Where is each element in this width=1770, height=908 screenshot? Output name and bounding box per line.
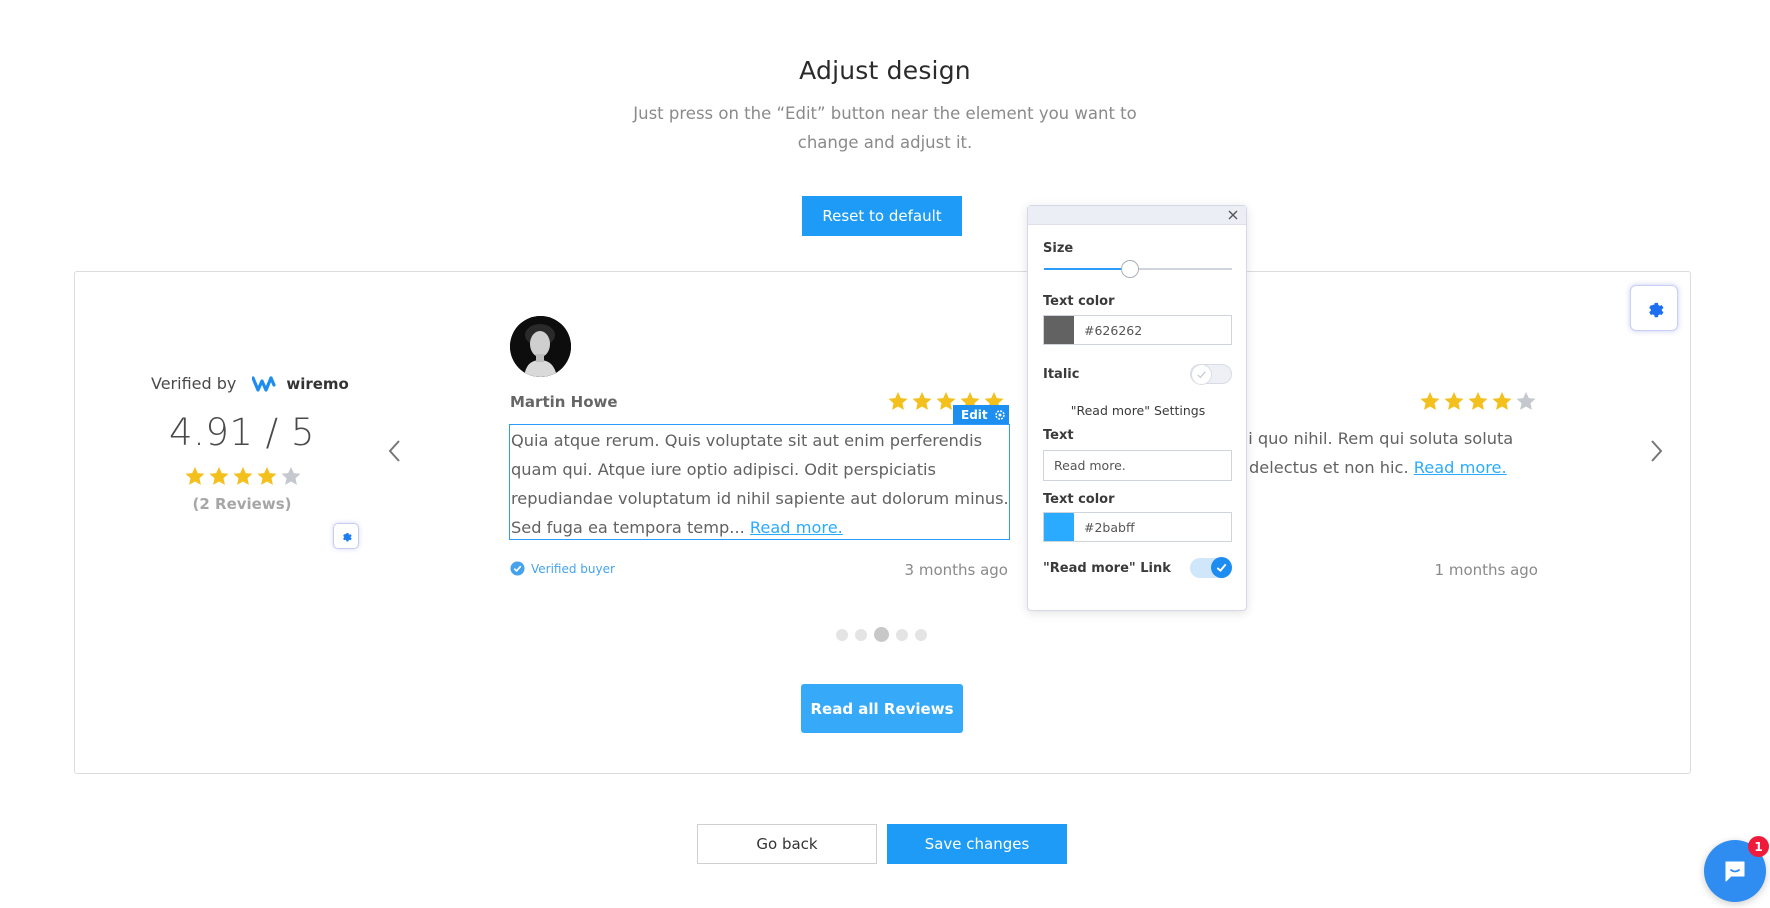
reviews-count: (2 Reviews) bbox=[192, 495, 292, 513]
star-filled-icon bbox=[1444, 392, 1464, 410]
check-icon bbox=[1197, 371, 1206, 379]
star-filled-icon bbox=[209, 467, 229, 485]
star-filled-icon bbox=[233, 467, 253, 485]
reset-to-default-button[interactable]: Reset to default bbox=[802, 196, 962, 236]
star-empty-icon bbox=[281, 467, 301, 485]
widget-settings-button[interactable] bbox=[1630, 285, 1678, 331]
review-2-read-more-link[interactable]: Read more. bbox=[1414, 458, 1507, 477]
text-color-swatch[interactable] bbox=[1044, 316, 1074, 344]
read-more-settings-title: "Read more" Settings bbox=[1070, 403, 1206, 418]
wiremo-logo: wiremo bbox=[252, 375, 349, 393]
text-color-label: Text color bbox=[1043, 294, 1115, 309]
reviewer-avatar bbox=[510, 316, 571, 377]
wiremo-brand-name: wiremo bbox=[286, 374, 349, 393]
carousel-dot[interactable] bbox=[836, 628, 848, 641]
read-more-color-field[interactable]: #2babff bbox=[1043, 512, 1232, 542]
carousel-next-arrow[interactable] bbox=[1646, 437, 1668, 465]
gear-icon bbox=[343, 532, 352, 542]
page-title: Adjust design bbox=[799, 56, 971, 85]
read-more-link-toggle-knob bbox=[1211, 557, 1232, 578]
star-filled-icon bbox=[912, 392, 932, 410]
carousel-dot[interactable] bbox=[855, 628, 867, 641]
size-slider[interactable] bbox=[1044, 260, 1232, 278]
italic-label: Italic bbox=[1043, 367, 1080, 382]
review-2-text-line-2: delectus et non hic. Read more. bbox=[1238, 453, 1538, 482]
check-circle-icon bbox=[510, 561, 525, 576]
chat-bubble-icon bbox=[1725, 861, 1745, 882]
page-subtitle: Just press on the “Edit” button near the… bbox=[633, 104, 1137, 152]
popup-header bbox=[1028, 206, 1246, 225]
gear-icon bbox=[1649, 302, 1664, 318]
verified-buyer-badge: Verified buyer bbox=[510, 561, 615, 576]
read-more-color-label: Text color bbox=[1043, 492, 1115, 507]
edit-text-button[interactable]: Edit bbox=[953, 405, 1009, 424]
review-2-text-block: ui quo nihil. Rem qui soluta soluta dele… bbox=[1238, 424, 1538, 482]
read-more-color-swatch[interactable] bbox=[1044, 513, 1074, 541]
close-icon[interactable] bbox=[1226, 208, 1240, 222]
summary-stars bbox=[184, 465, 302, 487]
size-slider-handle[interactable] bbox=[1121, 260, 1139, 278]
review-2-text: delectus et non hic. bbox=[1249, 458, 1409, 477]
review-2-text-line-1: ui quo nihil. Rem qui soluta soluta bbox=[1238, 429, 1514, 448]
edit-label: Edit bbox=[961, 407, 988, 422]
verified-by-label: Verified by bbox=[151, 374, 237, 393]
summary-settings-gear-button[interactable] bbox=[333, 523, 359, 549]
review-1-text-editable[interactable]: Quia atque rerum. Quis voluptate sit aut… bbox=[509, 424, 1010, 540]
review-2-stars bbox=[1419, 390, 1537, 412]
gear-icon bbox=[994, 409, 1005, 420]
review-1-read-more-link[interactable]: Read more. bbox=[750, 518, 843, 537]
carousel-prev-arrow[interactable] bbox=[383, 437, 405, 465]
reviewer-name: Martin Howe bbox=[510, 393, 618, 411]
check-icon bbox=[1216, 563, 1227, 572]
read-more-link-toggle[interactable] bbox=[1190, 557, 1232, 578]
carousel-dot[interactable] bbox=[915, 628, 927, 641]
star-filled-icon bbox=[1468, 392, 1488, 410]
read-more-text-input[interactable]: Read more. bbox=[1043, 450, 1232, 481]
star-filled-icon bbox=[1420, 392, 1440, 410]
text-color-field[interactable]: #626262 bbox=[1043, 315, 1232, 345]
size-label: Size bbox=[1043, 241, 1074, 256]
text-settings-popup: Size Text color #626262 Italic "Read mor… bbox=[1027, 205, 1247, 611]
review-2-date: 1 months ago bbox=[1434, 561, 1538, 579]
save-changes-button[interactable]: Save changes bbox=[887, 824, 1067, 864]
average-rating: 4.91 / 5 bbox=[169, 411, 315, 454]
read-more-text-label: Text bbox=[1043, 428, 1074, 443]
star-empty-icon bbox=[1516, 392, 1536, 410]
italic-toggle[interactable] bbox=[1190, 364, 1232, 385]
wiremo-w-icon bbox=[252, 375, 276, 392]
chevron-right-icon bbox=[1651, 440, 1663, 462]
star-filled-icon bbox=[257, 467, 277, 485]
size-slider-fill bbox=[1044, 268, 1130, 270]
star-filled-icon bbox=[185, 467, 205, 485]
carousel-dot[interactable] bbox=[874, 627, 889, 642]
chat-notification-badge: 1 bbox=[1748, 836, 1769, 857]
review-1-date: 3 months ago bbox=[904, 561, 1008, 579]
verified-by-row: Verified by wiremo bbox=[151, 374, 349, 393]
avatar-photo bbox=[510, 316, 571, 377]
text-color-value: #626262 bbox=[1084, 322, 1143, 338]
italic-toggle-knob bbox=[1191, 364, 1212, 385]
chevron-left-icon bbox=[388, 440, 400, 462]
go-back-button[interactable]: Go back bbox=[697, 824, 877, 864]
read-all-reviews-button[interactable]: Read all Reviews bbox=[801, 684, 963, 733]
star-filled-icon bbox=[1492, 392, 1512, 410]
verified-buyer-label: Verified buyer bbox=[531, 561, 615, 576]
carousel-dot[interactable] bbox=[896, 628, 908, 641]
carousel-dots bbox=[836, 627, 927, 642]
star-filled-icon bbox=[888, 392, 908, 410]
read-more-link-label: "Read more" Link bbox=[1043, 561, 1171, 576]
read-more-color-value: #2babff bbox=[1084, 519, 1135, 535]
